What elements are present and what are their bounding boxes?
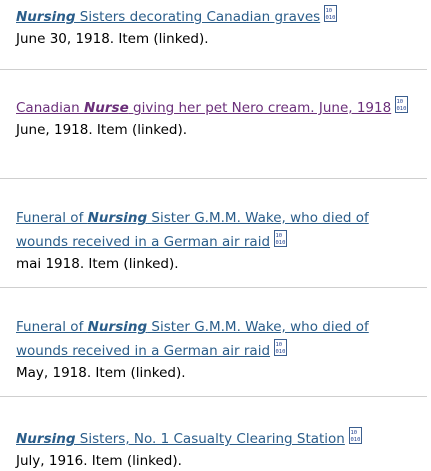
svg-text:010: 010	[326, 15, 336, 21]
result-item: Nursing Sisters, No. 1 Casualty Clearing…	[0, 427, 427, 471]
result-title-link[interactable]: Canadian Nurse giving her pet Nero cream…	[16, 100, 391, 116]
title-highlight: Nursing	[16, 9, 76, 25]
svg-text:010: 010	[397, 106, 407, 112]
data-file-icon[interactable]: 10010	[324, 5, 338, 22]
title-rest: giving her pet Nero cream. June, 1918	[128, 100, 392, 116]
title-rest: Sisters, No. 1 Casualty Clearing Station	[75, 431, 345, 447]
result-title-link[interactable]: Nursing Sisters, No. 1 Casualty Clearing…	[16, 431, 345, 447]
result-title-link[interactable]: Nursing Sisters decorating Canadian grav…	[16, 9, 320, 25]
result-meta: June 30, 1918. Item (linked).	[16, 31, 209, 47]
result-item: Nursing Sisters decorating Canadian grav…	[0, 5, 427, 49]
svg-text:10: 10	[350, 430, 357, 436]
data-file-icon[interactable]: 10010	[274, 230, 288, 247]
title-highlight: Nursing	[87, 319, 148, 335]
result-title-link[interactable]: Funeral of Nursing Sister G.M.M. Wake, w…	[16, 319, 369, 359]
data-file-icon[interactable]: 10010	[395, 96, 409, 113]
title-highlight: Nurse	[83, 100, 129, 116]
svg-text:10: 10	[326, 8, 333, 14]
result-item: Funeral of Nursing Sister G.M.M. Wake, w…	[0, 315, 427, 383]
title-rest: Sisters decorating Canadian graves	[75, 9, 321, 25]
title-highlight: Nursing	[87, 210, 148, 226]
result-title-link[interactable]: Funeral of Nursing Sister G.M.M. Wake, w…	[16, 210, 369, 250]
result-item: Funeral of Nursing Sister G.M.M. Wake, w…	[0, 206, 427, 274]
title-prefix: Funeral of	[16, 319, 88, 335]
result-item: Canadian Nurse giving her pet Nero cream…	[0, 96, 427, 140]
svg-text:10: 10	[397, 99, 404, 105]
separator	[0, 287, 427, 288]
svg-text:10: 10	[276, 233, 283, 239]
svg-text:10: 10	[276, 342, 283, 348]
data-file-icon[interactable]: 10010	[274, 339, 288, 356]
separator	[0, 178, 427, 179]
separator	[0, 69, 427, 70]
svg-text:010: 010	[350, 437, 360, 443]
result-meta: mai 1918. Item (linked).	[16, 256, 179, 272]
result-meta: June, 1918. Item (linked).	[16, 122, 188, 138]
title-prefix: Canadian	[16, 100, 84, 116]
result-meta: July, 1916. Item (linked).	[16, 453, 182, 469]
title-prefix: Funeral of	[16, 210, 88, 226]
svg-text:010: 010	[276, 240, 286, 246]
title-highlight: Nursing	[16, 431, 76, 447]
svg-text:010: 010	[276, 349, 286, 355]
data-file-icon[interactable]: 10010	[348, 427, 362, 444]
result-meta: May, 1918. Item (linked).	[16, 365, 186, 381]
separator	[0, 396, 427, 397]
